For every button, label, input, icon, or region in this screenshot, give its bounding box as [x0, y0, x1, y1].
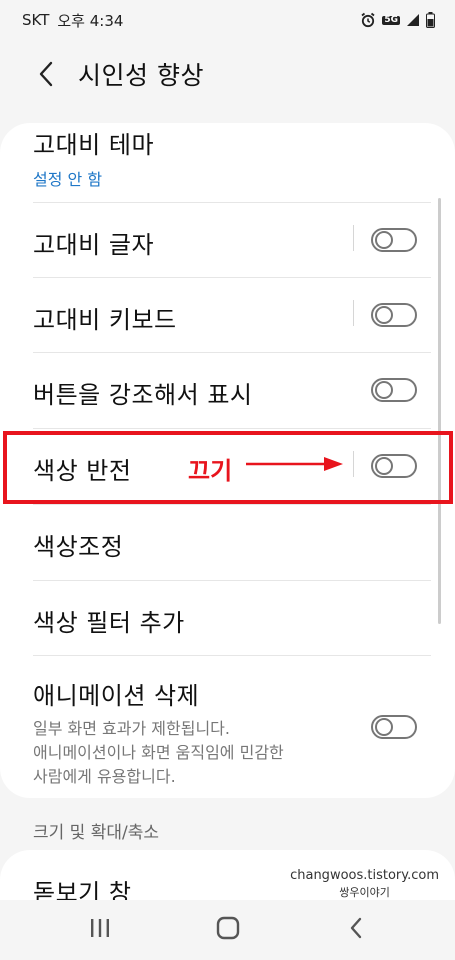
setting-high-contrast-keyboard[interactable]: 고대비 키보드: [0, 278, 455, 352]
section-header-size-zoom: 크기 및 확대/축소: [33, 823, 160, 843]
setting-high-contrast-text[interactable]: 고대비 글자: [0, 203, 455, 277]
carrier-label: SKT: [22, 11, 50, 29]
battery-icon: [426, 12, 435, 28]
setting-title: 색상조정: [33, 533, 124, 561]
page-title: 시인성 향상: [78, 61, 204, 90]
back-chevron-icon: [350, 917, 362, 939]
back-nav-button[interactable]: [336, 912, 376, 944]
highlight-buttons-toggle[interactable]: [371, 378, 417, 402]
clock: 오후 4:34: [57, 11, 124, 30]
home-icon: [216, 916, 240, 940]
alarm-icon: [360, 12, 376, 28]
setting-title: 색상 필터 추가: [33, 609, 185, 637]
setting-remove-animations[interactable]: 애니메이션 삭제 일부 화면 효과가 제한됩니다. 애니메이션이나 화면 움직임…: [0, 656, 455, 798]
toggle-knob: [375, 718, 393, 736]
annotation-label: 끄기: [188, 457, 233, 485]
home-button[interactable]: [208, 912, 248, 944]
recent-apps-icon: [91, 919, 109, 937]
toggle-knob: [375, 381, 393, 399]
setting-color-filter[interactable]: 색상 필터 추가: [0, 581, 455, 655]
setting-high-contrast-theme[interactable]: 고대비 테마 설정 안 함: [0, 123, 455, 202]
setting-description-line: 사람에게 유용합니다.: [33, 767, 176, 786]
app-header: 시인성 향상: [0, 48, 455, 100]
network-5g-icon: 5G: [382, 14, 400, 25]
watermark: changwoos.tistory.com 쌍우이야기: [290, 867, 439, 901]
setting-description-line: 애니메이션이나 화면 움직임에 민감한: [33, 743, 284, 762]
separator: [353, 300, 354, 326]
setting-highlight-buttons[interactable]: 버튼을 강조해서 표시: [0, 353, 455, 428]
high-contrast-text-toggle[interactable]: [371, 228, 417, 252]
setting-title: 고대비 테마: [33, 131, 155, 159]
toggle-knob: [375, 231, 393, 249]
status-bar: SKT 오후 4:34 5G: [0, 0, 455, 40]
recent-apps-button[interactable]: [80, 912, 120, 944]
chevron-left-icon: [39, 61, 53, 87]
toggle-knob: [375, 306, 393, 324]
status-right: 5G: [360, 12, 435, 28]
back-button[interactable]: [24, 52, 68, 96]
setting-status: 설정 안 함: [33, 170, 103, 189]
setting-color-adjustment[interactable]: 색상조정: [0, 505, 455, 580]
remove-animations-toggle[interactable]: [371, 715, 417, 739]
high-contrast-keyboard-toggle[interactable]: [371, 303, 417, 327]
navigation-bar: [0, 900, 455, 960]
watermark-blog-name: 쌍우이야기: [339, 886, 390, 899]
signal-icon: [406, 13, 420, 27]
separator: [353, 225, 354, 251]
status-left: SKT 오후 4:34: [22, 10, 123, 31]
setting-title: 애니메이션 삭제: [33, 682, 200, 710]
watermark-url: changwoos.tistory.com: [290, 868, 439, 883]
annotation-arrow-icon: [246, 457, 343, 471]
